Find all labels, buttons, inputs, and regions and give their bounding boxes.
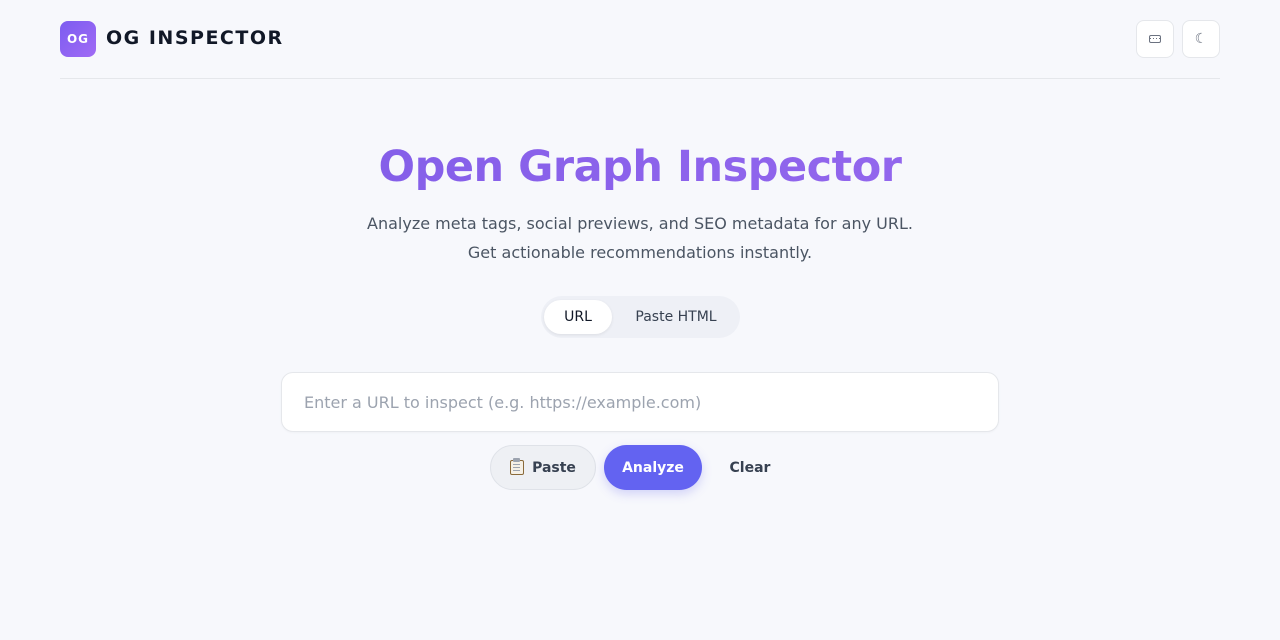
keyboard-shortcuts-button[interactable] xyxy=(1136,20,1174,58)
tab-paste-html[interactable]: Paste HTML xyxy=(617,300,735,334)
url-input[interactable] xyxy=(281,372,999,432)
top-header: OG OG INSPECTOR ☾ xyxy=(60,0,1220,79)
clear-button[interactable]: Clear xyxy=(716,445,784,490)
paste-button-label: Paste xyxy=(532,459,576,476)
brand-name[interactable]: OG INSPECTOR xyxy=(106,25,284,51)
logo-badge[interactable]: OG xyxy=(60,21,96,57)
paste-button[interactable]: Paste xyxy=(490,445,596,490)
analyze-button-label: Analyze xyxy=(622,459,684,476)
analyze-button[interactable]: Analyze xyxy=(604,445,702,490)
logo-text: OG xyxy=(66,32,90,46)
clipboard-icon xyxy=(510,458,525,475)
moon-icon: ☾ xyxy=(1194,31,1208,47)
input-mode-tabs: URL Paste HTML xyxy=(541,296,740,338)
clear-button-label: Clear xyxy=(729,459,771,476)
theme-toggle-button[interactable]: ☾ xyxy=(1182,20,1220,58)
page-subtitle-line-1: Analyze meta tags, social previews, and … xyxy=(367,214,913,233)
page-title: Open Graph Inspector xyxy=(0,140,1280,194)
keyboard-icon xyxy=(1149,35,1161,43)
tab-url[interactable]: URL xyxy=(544,300,612,334)
page-subtitle-line-2: Get actionable recommendations instantly… xyxy=(467,243,813,262)
